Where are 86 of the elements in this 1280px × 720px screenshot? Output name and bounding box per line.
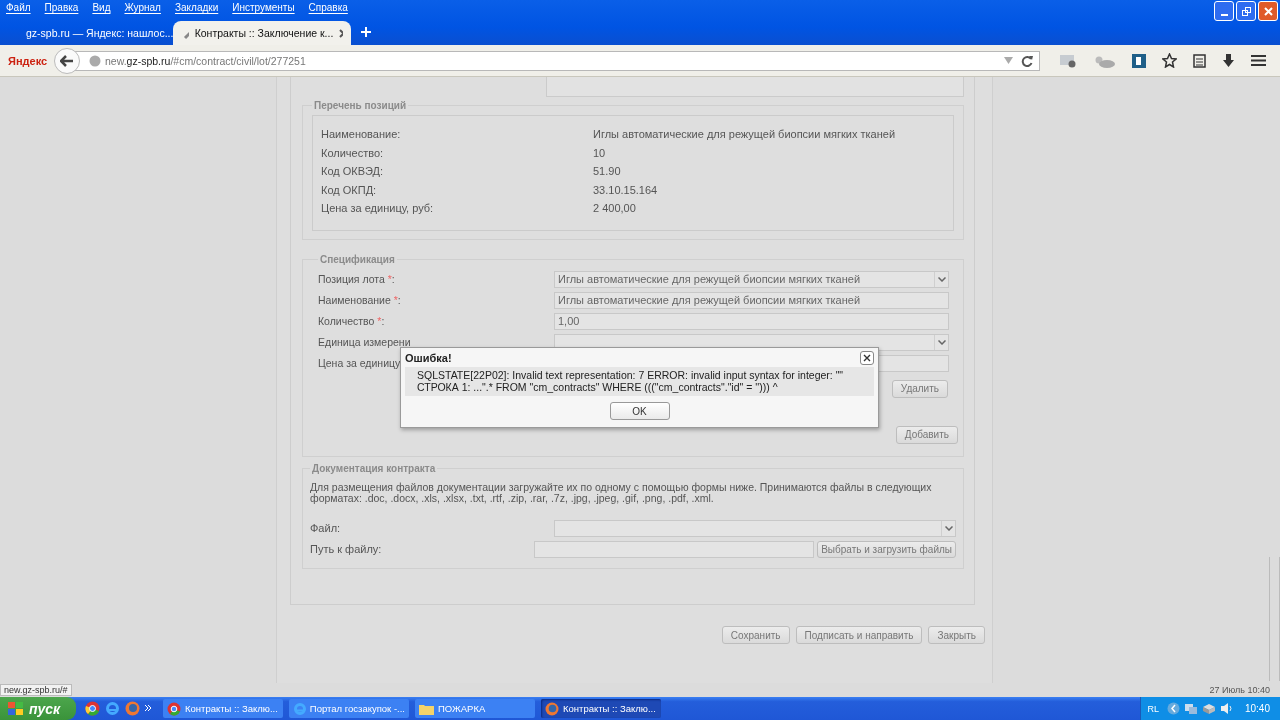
browser-logo[interactable]: Яндекс: [8, 53, 48, 68]
speaker-icon[interactable]: [1219, 702, 1233, 715]
field-label: Наименование:: [321, 128, 402, 141]
network-icon[interactable]: [1183, 702, 1198, 715]
close-button[interactable]: [860, 351, 874, 365]
status-url: new.gz-spb.ru/#: [0, 684, 72, 696]
mail-icon[interactable]: [1060, 53, 1076, 68]
minimize-button[interactable]: [1214, 1, 1234, 21]
clock: 10:40: [1244, 703, 1270, 714]
scrollbar-thumb[interactable]: [1269, 557, 1280, 681]
chrome-icon: [167, 701, 181, 716]
caret-icon: [937, 276, 946, 282]
taskbar-button[interactable]: Контракты :: Заклю...: [163, 699, 283, 718]
field-label: Цена за единицу: [318, 357, 401, 369]
caret-icon: [937, 339, 946, 345]
language-indicator[interactable]: RL: [1147, 703, 1159, 714]
field-label: Путь к файлу:: [310, 543, 383, 555]
description-text: Для размещения файлов документации загружайте их по одному с помощью формы ниже. Принимаются файлы в следующих форматах: .doc, .docx, .xls, .xlsx, .txt, .rtf, .zip, .rar, .7z, .jpg, .jpeg, .gif, .png, .pdf, .xml.: [310, 481, 933, 504]
field-label: Файл:: [310, 522, 342, 534]
section-title: Документация контракта: [311, 462, 437, 474]
taskbar-button[interactable]: ПОЖАРКА: [415, 699, 535, 718]
field-label: Количество:: [321, 146, 385, 159]
upload-button[interactable]: Выбрать и загрузить файлы: [817, 540, 956, 558]
start-button[interactable]: пуск: [0, 697, 76, 720]
new-tab-icon[interactable]: [361, 27, 371, 37]
select-field[interactable]: Иглы автоматические для режущей биопсии мягких тканей: [554, 270, 949, 288]
add-button[interactable]: Добавить: [895, 425, 958, 444]
input-field[interactable]: 1,00: [554, 312, 949, 330]
restore-button[interactable]: [1236, 1, 1256, 21]
menu-item[interactable]: Файл: [6, 2, 31, 16]
action-button[interactable]: Подписать и направить: [795, 626, 923, 644]
download-icon[interactable]: [1222, 53, 1235, 68]
input-field[interactable]: Иглы автоматические для режущей биопсии мягких тканей: [554, 291, 949, 309]
field-label: Наименование *:: [318, 294, 401, 306]
menu-item[interactable]: Журнал: [124, 2, 161, 16]
reading-list-icon[interactable]: [1193, 53, 1206, 68]
ie-icon: [293, 701, 306, 716]
delete-button[interactable]: Удалить: [891, 379, 948, 398]
field-label: Код ОКПД:: [321, 183, 378, 196]
field-value: 51.90: [593, 165, 621, 178]
menu-item[interactable]: Справка: [308, 2, 348, 16]
field-label: Код ОКВЭД:: [321, 165, 385, 178]
field-label: Цена за единицу, руб:: [321, 202, 435, 215]
ok-button[interactable]: OK: [609, 402, 670, 420]
dialog-title: Ошибка!: [405, 352, 452, 364]
globe-icon: [89, 54, 101, 67]
status-date: 27 Июль 10:40: [1209, 685, 1271, 695]
browser-tab[interactable]: gz-spb.ru — Яндекс: нашлос...: [10, 21, 173, 45]
input-field[interactable]: [534, 540, 815, 558]
taskbar-button[interactable]: Контракты :: Заклю...: [541, 699, 661, 718]
chrome-icon[interactable]: [85, 701, 100, 716]
back-button[interactable]: [54, 47, 80, 74]
chevron-icon[interactable]: [145, 705, 152, 712]
field-value: 2 400,00: [593, 202, 636, 215]
minimize-icon: [1220, 13, 1228, 16]
ie-icon[interactable]: [105, 701, 120, 716]
field-value: Иглы автоматические для режущей биопсии мягких тканей: [593, 128, 896, 141]
firefox-icon: [545, 701, 559, 716]
folder-icon: [419, 702, 434, 715]
menu-item[interactable]: Инструменты: [232, 2, 295, 16]
field-label: Единица измерени: [318, 336, 411, 348]
select-field[interactable]: [554, 519, 956, 537]
menu-item[interactable]: Правка: [44, 2, 79, 16]
field-value: 33.10.15.164: [593, 183, 658, 196]
restore-icon: [1240, 5, 1252, 17]
caret-icon: [944, 525, 953, 531]
address-bar[interactable]: new.gz-spb.ru/#cm/contract/civil/lot/277251: [74, 50, 1040, 71]
windows-logo-icon: [8, 701, 24, 716]
arrow-icon: [60, 54, 74, 67]
menu-item[interactable]: Вид: [92, 2, 111, 16]
menu-item[interactable]: Закладки: [174, 2, 219, 16]
action-button[interactable]: Сохранить: [721, 626, 790, 644]
extension-icon[interactable]: [1132, 53, 1146, 68]
taskbar-button[interactable]: Портал госзакупок -...: [289, 699, 409, 718]
field-label: Позиция лота *:: [318, 273, 395, 285]
action-button[interactable]: Закрыть: [928, 626, 985, 644]
section-title: Спецификация: [319, 253, 396, 265]
reload-icon[interactable]: [1021, 54, 1033, 67]
error-message: SQLSTATE[22P02]: Invalid text representation: 7 ERROR: invalid input syntax for integer: "" СТРОКА 1: ...".* FROM "cm_contracts" WHERE ((("cm_contracts"."id" = ''))) ^: [405, 367, 874, 396]
menu-icon[interactable]: [1251, 54, 1266, 67]
field-label: Количество *:: [318, 315, 385, 327]
devices-icon[interactable]: [1201, 702, 1216, 715]
field-value: 10: [593, 146, 606, 159]
browser-tab[interactable]: Контракты :: Заключение к...: [173, 21, 351, 45]
section-title: Перечень позиций: [313, 100, 408, 111]
bookmark-star-icon[interactable]: [1162, 53, 1177, 68]
